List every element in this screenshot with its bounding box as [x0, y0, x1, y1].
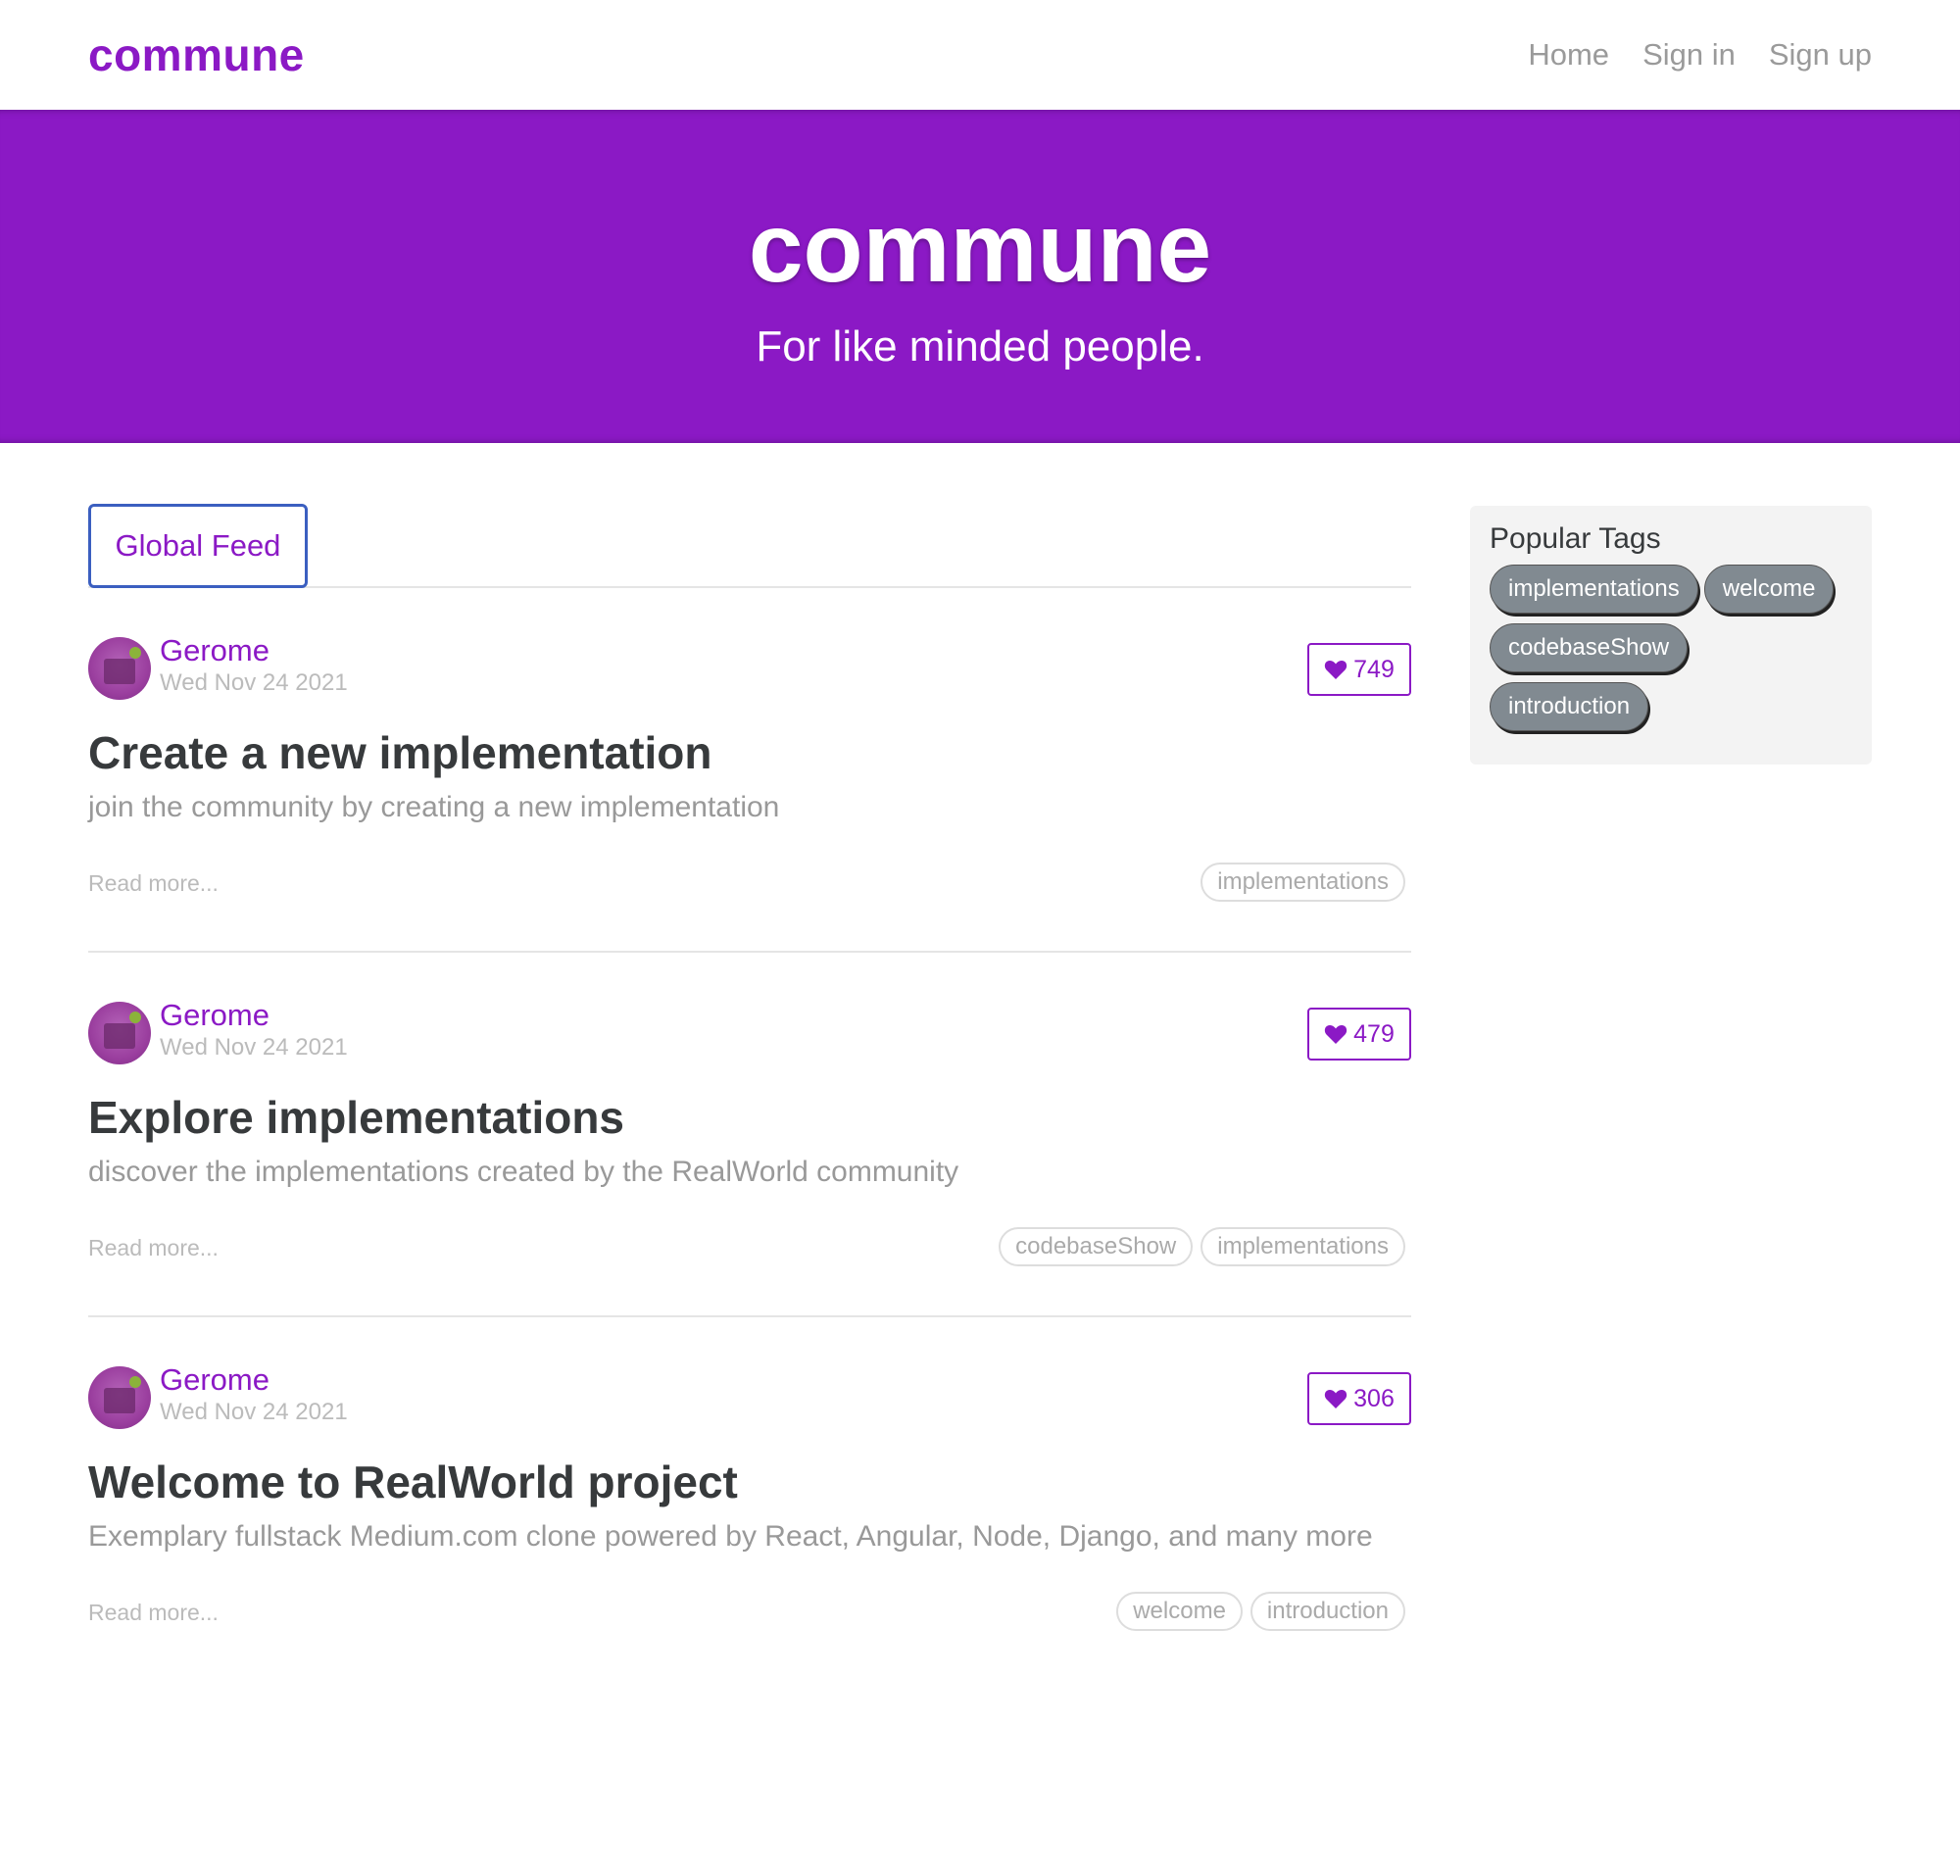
avatar[interactable] — [88, 637, 151, 700]
article-preview: Gerome Wed Nov 24 2021 306 Welcome to Re… — [88, 1317, 1411, 1682]
nav-links: Home Sign in Sign up — [1528, 29, 1872, 80]
read-more-link[interactable]: Read more... — [88, 1231, 219, 1264]
popular-tags-sidebar: Popular Tags implementations welcome cod… — [1470, 506, 1872, 765]
navbar: commune Home Sign in Sign up — [0, 0, 1960, 110]
article-date: Wed Nov 24 2021 — [160, 1034, 348, 1061]
article-tag-list: codebaseShow implementations — [999, 1227, 1405, 1266]
nav-sign-in-link[interactable]: Sign in — [1642, 29, 1736, 80]
sidebar-title: Popular Tags — [1490, 522, 1661, 555]
banner-subtitle: For like minded people. — [756, 322, 1204, 370]
favorite-count: 749 — [1353, 655, 1395, 683]
article-feed: Global Feed Gerome Wed Nov 24 2021 749 C… — [88, 504, 1411, 1682]
favorite-count: 479 — [1353, 1019, 1395, 1048]
tag-cloud: implementations welcome codebaseShow int… — [1490, 565, 1852, 731]
tag-pill-introduction[interactable]: introduction — [1490, 682, 1649, 731]
article-tag: implementations — [1200, 863, 1405, 902]
article-title[interactable]: Create a new implementation — [88, 723, 712, 782]
article-tag: welcome — [1116, 1592, 1243, 1631]
favorite-button[interactable]: 479 — [1307, 1008, 1411, 1061]
article-tag-list: welcome introduction — [1116, 1592, 1405, 1631]
article-tag: codebaseShow — [999, 1227, 1194, 1266]
nav-sign-up-link[interactable]: Sign up — [1769, 29, 1872, 80]
author-link[interactable]: Gerome — [160, 631, 270, 670]
article-preview: Gerome Wed Nov 24 2021 749 Create a new … — [88, 588, 1411, 953]
feed-toggle: Global Feed — [88, 504, 1411, 588]
article-tag-list: implementations — [1200, 863, 1405, 902]
avatar[interactable] — [88, 1366, 151, 1429]
banner-title: commune — [748, 193, 1212, 303]
tag-pill-welcome[interactable]: welcome — [1703, 565, 1835, 614]
tab-global-feed[interactable]: Global Feed — [88, 504, 308, 588]
avatar[interactable] — [88, 1002, 151, 1064]
article-date: Wed Nov 24 2021 — [160, 669, 348, 696]
article-tag: implementations — [1200, 1227, 1405, 1266]
tag-pill-codebaseshow[interactable]: codebaseShow — [1490, 623, 1689, 672]
article-preview: Gerome Wed Nov 24 2021 479 Explore imple… — [88, 953, 1411, 1317]
nav-home-link[interactable]: Home — [1528, 29, 1609, 80]
favorite-count: 306 — [1353, 1384, 1395, 1412]
read-more-link[interactable]: Read more... — [88, 1596, 219, 1629]
read-more-link[interactable]: Read more... — [88, 866, 219, 900]
article-title[interactable]: Welcome to RealWorld project — [88, 1453, 738, 1511]
favorite-button[interactable]: 306 — [1307, 1372, 1411, 1425]
article-date: Wed Nov 24 2021 — [160, 1399, 348, 1425]
article-description: Exemplary fullstack Medium.com clone pow… — [88, 1520, 1373, 1553]
tag-pill-implementations[interactable]: implementations — [1490, 565, 1698, 614]
article-description: join the community by creating a new imp… — [88, 791, 780, 823]
heart-icon — [1324, 1025, 1348, 1044]
hero-banner: commune For like minded people. — [0, 110, 1960, 443]
favorite-button[interactable]: 749 — [1307, 643, 1411, 696]
heart-icon — [1324, 1390, 1348, 1408]
article-tag: introduction — [1250, 1592, 1405, 1631]
heart-icon — [1324, 661, 1348, 679]
article-title[interactable]: Explore implementations — [88, 1088, 624, 1147]
author-link[interactable]: Gerome — [160, 996, 270, 1035]
article-description: discover the implementations created by … — [88, 1156, 959, 1188]
brand-logo[interactable]: commune — [88, 27, 305, 82]
author-link[interactable]: Gerome — [160, 1360, 270, 1400]
